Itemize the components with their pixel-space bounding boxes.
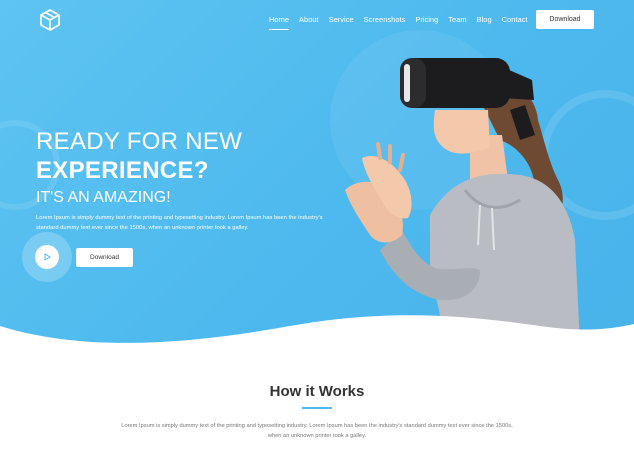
how-it-works-description: Lorem Ipsum is simply dummy text of the … — [121, 423, 513, 439]
hero-wave-divider — [0, 315, 634, 356]
nav-item-screenshots[interactable]: Screenshots — [359, 12, 411, 28]
hero-description: Lorem Ipsum is simply dummy text of the … — [36, 215, 323, 231]
hero-download-button[interactable]: Download — [76, 248, 133, 267]
hero-subheading: IT'S AN AMAZING! — [36, 189, 171, 206]
nav-item-about[interactable]: About — [294, 12, 324, 28]
play-video-button[interactable] — [35, 245, 59, 269]
hero-heading-line1: READY FOR NEW — [36, 128, 243, 155]
hero-section: Home About Service Screenshots Pricing T… — [0, 0, 634, 345]
hero-heading-line2: EXPERIENCE? — [36, 157, 209, 184]
how-it-works-title: How it Works — [269, 383, 365, 400]
nav-item-pricing[interactable]: Pricing — [410, 12, 443, 28]
nav-item-service[interactable]: Service — [324, 12, 359, 28]
cube-logo-icon[interactable] — [38, 8, 62, 32]
nav-item-team[interactable]: Team — [443, 12, 471, 28]
play-icon — [44, 253, 51, 261]
title-underline — [302, 407, 332, 409]
nav-download-button[interactable]: Download — [536, 10, 594, 29]
main-nav: Home About Service Screenshots Pricing T… — [264, 12, 533, 30]
nav-item-home[interactable]: Home — [264, 12, 294, 30]
play-button-halo — [22, 232, 72, 282]
hero-text: READY FOR NEW EXPERIENCE? IT'S AN AMAZIN… — [36, 128, 336, 233]
nav-item-contact[interactable]: Contact — [497, 12, 533, 28]
nav-item-blog[interactable]: Blog — [472, 12, 497, 28]
